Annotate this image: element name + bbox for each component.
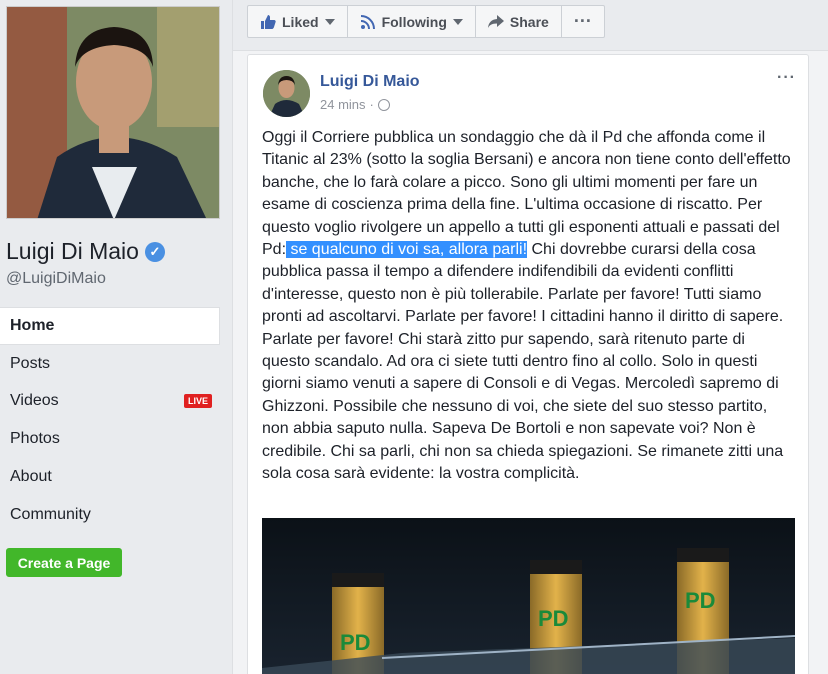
following-label: Following (381, 13, 447, 30)
profile-name-text: Luigi Di Maio (6, 238, 139, 264)
more-dots-icon: ··· (573, 11, 592, 31)
nav-item-label: Photos (10, 430, 60, 448)
nav-item-label: Community (10, 505, 91, 523)
post-image[interactable]: PD PD PD (262, 518, 795, 674)
page-nav: Home Posts Videos LIVE Photos About Comm… (0, 307, 220, 534)
nav-item-home[interactable]: Home (0, 307, 220, 345)
profile-name[interactable]: Luigi Di Maio ✓ (6, 238, 165, 265)
liked-label: Liked (282, 13, 319, 30)
chevron-down-icon (452, 18, 463, 25)
post-text-before: Oggi il Corriere pubblica un sondaggio c… (262, 129, 791, 259)
pd-logo-text-3: PD (685, 588, 716, 613)
page-action-bar: Liked Following Share ··· (247, 5, 605, 38)
post-text-after: Chi dovrebbe curarsi della cosa pubblica… (262, 241, 784, 483)
following-button[interactable]: Following (348, 6, 476, 37)
pd-logo-text-1: PD (340, 630, 371, 655)
rss-icon (360, 14, 375, 29)
share-label: Share (509, 13, 549, 30)
post-text-highlighted: se qualcuno di voi sa, allora parli! (286, 241, 528, 259)
avatar-graphic (263, 70, 310, 117)
verified-badge-icon: ✓ (144, 241, 165, 262)
liked-button[interactable]: Liked (248, 6, 348, 37)
post-meta: 24 mins · (320, 97, 390, 112)
nav-item-photos[interactable]: Photos (0, 420, 220, 458)
nav-item-label: Posts (10, 354, 51, 372)
profile-handle[interactable]: @LuigiDiMaio (6, 270, 106, 288)
post-body-text: Oggi il Corriere pubblica un sondaggio c… (262, 127, 797, 486)
nav-item-videos[interactable]: Videos LIVE (0, 383, 220, 421)
more-options-button[interactable]: ··· (562, 6, 604, 37)
post-author-name[interactable]: Luigi Di Maio (320, 73, 420, 91)
nav-item-label: About (10, 468, 52, 486)
profile-photo-graphic (7, 7, 219, 218)
globe-icon[interactable] (377, 98, 390, 111)
share-button[interactable]: Share (476, 6, 562, 37)
nav-item-label: Videos (10, 392, 59, 410)
meta-separator: · (369, 97, 374, 112)
chevron-down-icon (324, 18, 335, 25)
post-timestamp[interactable]: 24 mins (320, 97, 366, 112)
nav-item-label: Home (10, 316, 55, 334)
post-author-avatar[interactable] (263, 70, 310, 117)
nav-item-posts[interactable]: Posts (0, 345, 220, 383)
left-column: Luigi Di Maio ✓ @LuigiDiMaio Home Posts … (0, 0, 232, 674)
post-card: Luigi Di Maio 24 mins · ··· Oggi il Corr… (247, 54, 809, 674)
pd-logo-text-2: PD (538, 606, 569, 631)
share-arrow-icon (487, 14, 504, 28)
nav-item-about[interactable]: About (0, 458, 220, 496)
live-badge: LIVE (183, 394, 212, 409)
profile-picture[interactable] (6, 6, 220, 219)
post-options-icon[interactable]: ··· (777, 69, 796, 87)
create-page-button[interactable]: Create a Page (6, 548, 122, 577)
nav-item-community[interactable]: Community (0, 496, 220, 534)
thumbs-up-icon (261, 14, 276, 29)
